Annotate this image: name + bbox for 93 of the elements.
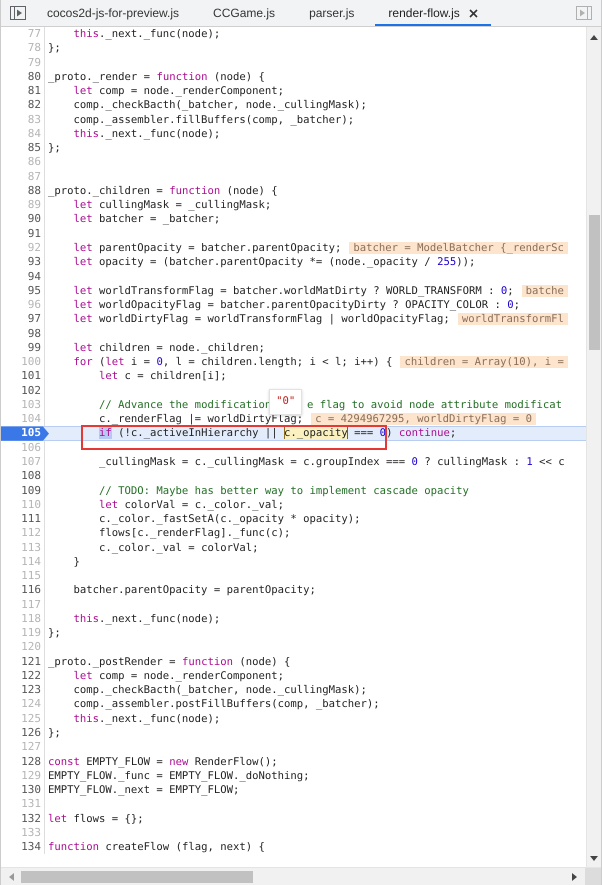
line-number[interactable]: 102	[1, 384, 45, 398]
scrollbar-corner	[585, 868, 601, 885]
line-number[interactable]: 90	[1, 212, 45, 227]
code-line: }	[74, 556, 80, 568]
line-number[interactable]: 82	[1, 98, 45, 113]
line-number[interactable]: 132	[1, 812, 45, 826]
code-line: batcher.parentOpacity = parentOpacity;	[74, 584, 316, 596]
horizontal-scrollbar[interactable]	[1, 867, 601, 885]
code-line: let cullingMask = _cullingMask;	[74, 199, 272, 212]
line-number[interactable]: 94	[1, 270, 45, 284]
code-line: c._renderFlag |= worldDirtyFlag;	[99, 413, 304, 426]
code-line: // TODO: Maybe has better way to implement cascade opacity	[99, 484, 469, 496]
code-line: let worldTransformFlag = batcher.worldMatDirty ? WORLD_TRANSFORM : 0;	[74, 284, 514, 297]
code-line: function createFlow (flag, next) {	[48, 841, 265, 854]
code-line: comp._assembler.postFillBuffers(comp, _batcher);	[74, 698, 380, 710]
code-line: comp._checkBacth(_batcher, node._cullingMask);	[74, 99, 367, 112]
line-number[interactable]: 122	[1, 668, 45, 684]
code-line: for (let i = 0, l = children.length; i < l; i++) {	[74, 356, 392, 368]
inline-value: batcher = ModelBatcher {_renderSc	[349, 242, 568, 254]
line-number[interactable]: 126	[1, 726, 45, 740]
code-line: EMPTY_FLOW._func = EMPTY_FLOW._doNothing;	[48, 770, 310, 782]
vertical-scrollbar[interactable]	[586, 27, 601, 867]
line-number[interactable]: 123	[1, 683, 45, 698]
value-tooltip: "0"	[269, 388, 302, 415]
line-number[interactable]: 116	[1, 583, 45, 598]
code-line: let children = node._children;	[74, 342, 265, 354]
sidebar-toggle-icon[interactable]	[576, 6, 592, 20]
scroll-left-icon[interactable]	[9, 872, 14, 880]
code-line: let flows = {};	[48, 812, 144, 825]
code-line: let comp = node._renderComponent;	[74, 85, 284, 98]
line-number[interactable]: 81	[1, 84, 45, 98]
code-line: this._next._func(node);	[74, 128, 220, 140]
code-line: _proto._children = function (node) {	[48, 184, 278, 197]
scrollbar-thumb[interactable]	[588, 215, 600, 350]
file-tab[interactable]: CCGame.js	[200, 0, 288, 26]
line-number[interactable]: 99	[1, 340, 45, 356]
scroll-down-icon[interactable]	[590, 856, 598, 861]
line-number[interactable]: 88	[1, 184, 45, 198]
code-line: this._next._func(node);	[74, 28, 220, 40]
line-number[interactable]: 97	[1, 312, 45, 327]
scroll-right-icon[interactable]	[572, 872, 577, 880]
code-line: e flag to avoid node attribute modificat	[306, 398, 562, 411]
code-line: let batcher = _batcher;	[74, 213, 220, 226]
code-line: let parentOpacity = batcher.parentOpacity;	[74, 242, 342, 254]
line-number[interactable]: 130	[1, 783, 45, 798]
scrollbar-thumb[interactable]	[21, 870, 253, 882]
file-tab[interactable]: cocos2d-js-for-preview.js	[34, 0, 192, 26]
code-line: let colorVal = c._color._val;	[99, 498, 284, 511]
line-number[interactable]: 101	[1, 369, 45, 384]
inline-value: children = Array(10), i =	[400, 356, 568, 368]
code-line: _proto._postRender = function (node) {	[48, 656, 290, 668]
code-line: this._next._func(node);	[74, 712, 220, 725]
code-line: let worldOpacityFlag = batcher.parentOpacityDirty ? OPACITY_COLOR : 0;	[74, 299, 520, 312]
code-line: const EMPTY_FLOW = new RenderFlow();	[48, 756, 278, 768]
line-number[interactable]: 95	[1, 284, 45, 298]
line-number[interactable]: 128	[1, 754, 45, 769]
code-line: };	[48, 727, 61, 740]
line-number[interactable]: 121	[1, 654, 45, 669]
code-line: let worldDirtyFlag = worldTransformFlag | worldOpacityFlag;	[74, 313, 450, 326]
line-number[interactable]: 105	[1, 426, 49, 441]
line-number[interactable]: 98	[1, 326, 45, 341]
code-line: };	[48, 142, 61, 154]
code-line: };	[48, 627, 61, 640]
line-number[interactable]: 93	[1, 255, 45, 270]
code-line: _cullingMask = c._cullingMask = c.groupIndex === 0 ? cullingMask : 1 << c	[99, 456, 565, 468]
code-line: this._next._func(node);	[74, 612, 220, 625]
inline-value: batche	[522, 284, 568, 297]
line-number[interactable]: 91	[1, 226, 45, 241]
line-number[interactable]: 109	[1, 484, 45, 498]
scroll-up-icon[interactable]	[590, 35, 598, 40]
code-line: comp._assembler.fillBuffers(comp, _batcher);	[74, 114, 354, 126]
code-line: c._color._val = colorVal;	[99, 542, 258, 554]
line-number[interactable]: 134	[1, 840, 45, 854]
line-number[interactable]: 108	[1, 469, 45, 484]
inline-value: worldTransformFl	[458, 313, 568, 326]
line-number[interactable]: 85	[1, 141, 45, 156]
inline-value: c = 4294967295, worldDirtyFlag = 0	[311, 413, 536, 426]
code-line: let opacity = (batcher.parentOpacity *= (node._opacity / 255));	[74, 256, 476, 268]
close-icon[interactable]	[468, 8, 478, 18]
code-line: EMPTY_FLOW._next = EMPTY_FLOW;	[48, 784, 240, 796]
code-line: comp._checkBacth(_batcher, node._cullingMask);	[74, 684, 367, 696]
code-line: };	[48, 42, 61, 54]
line-number[interactable]: 111	[1, 512, 45, 526]
code-line: c._color._fastSetA(c._opacity * opacity);	[99, 513, 361, 526]
line-number[interactable]: 80	[1, 70, 45, 84]
code-line: let comp = node._renderComponent;	[74, 670, 284, 682]
file-tab[interactable]: render-flow.js	[375, 0, 491, 26]
code-line: _proto._render = function (node) {	[48, 70, 265, 83]
sidebar-toggle-icon[interactable]	[10, 6, 26, 20]
code-line: flows[c._renderFlag]._func(c);	[99, 527, 290, 540]
file-tab[interactable]: parser.js	[296, 0, 368, 26]
code-line: // Advance the modification	[99, 398, 272, 411]
code-line: let c = children[i];	[99, 370, 227, 382]
